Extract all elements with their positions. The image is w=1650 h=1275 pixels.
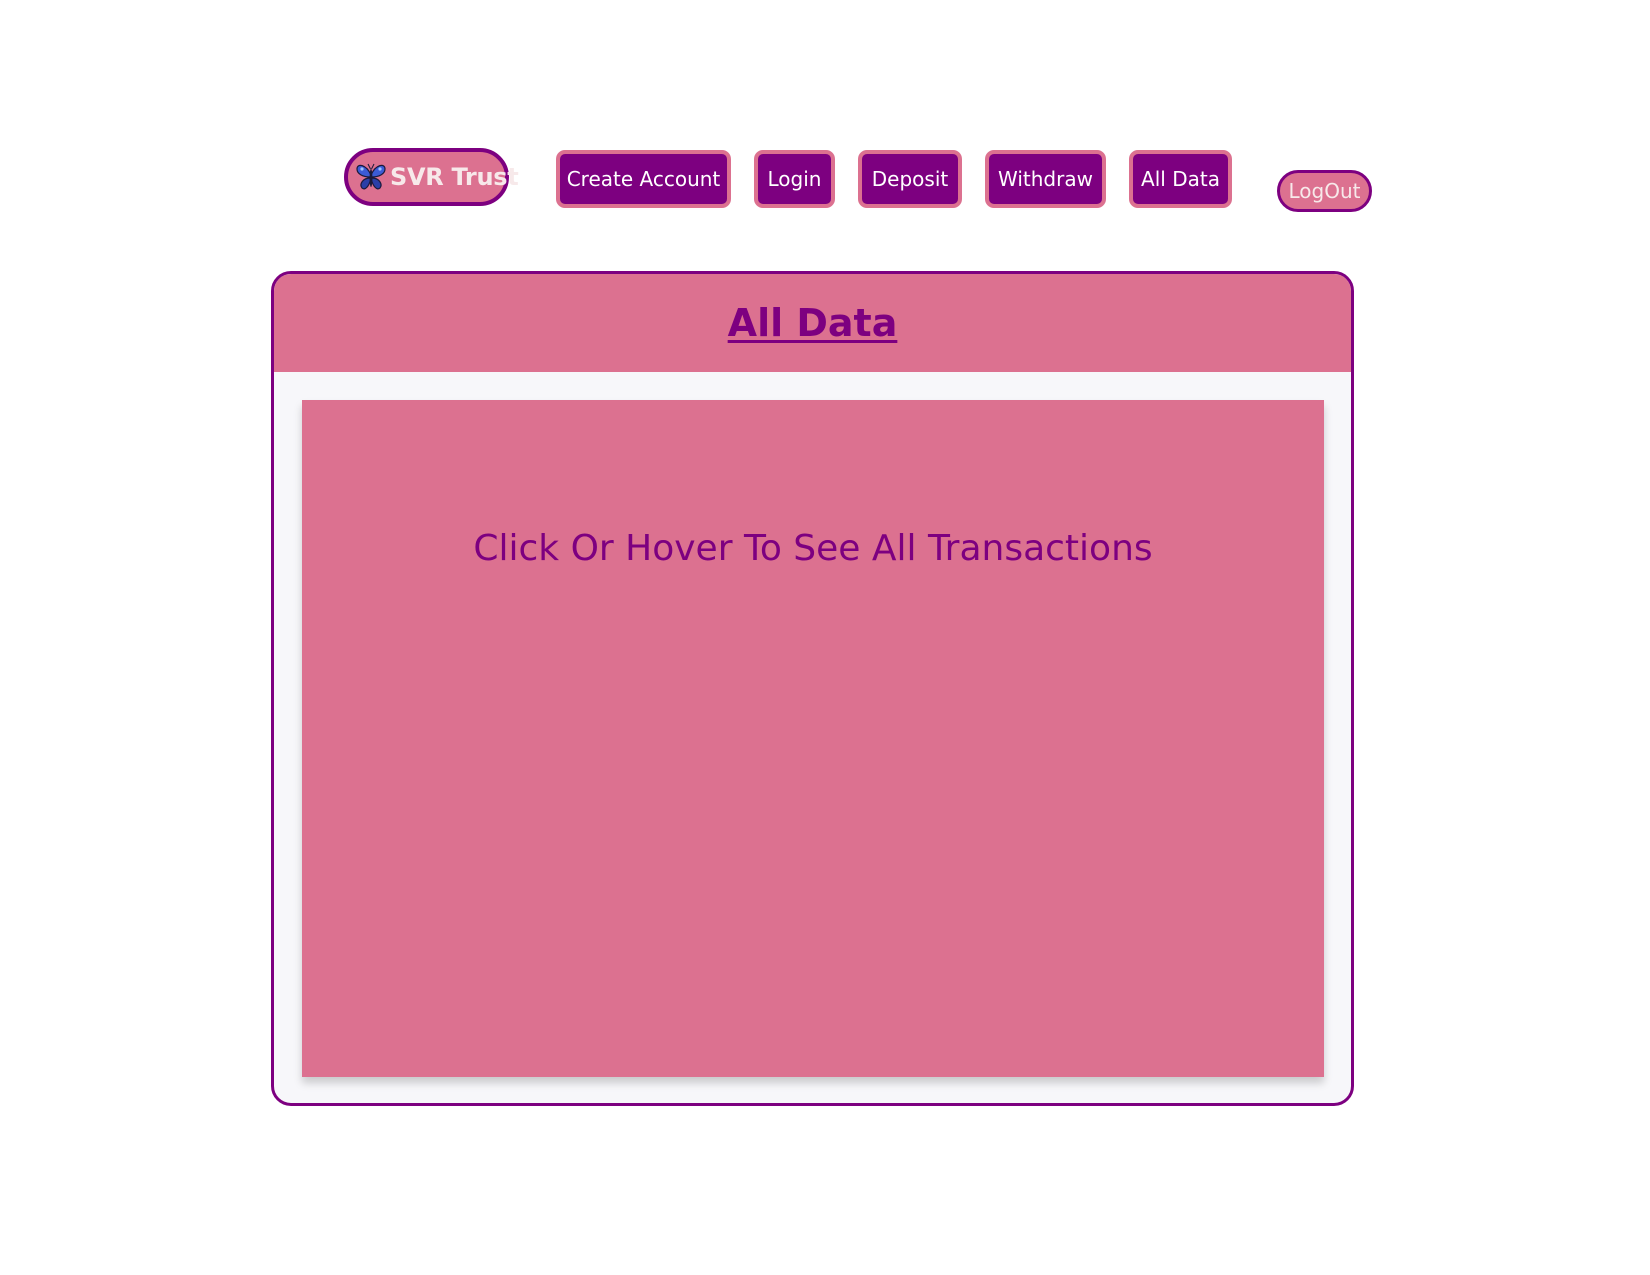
all-data-card: All Data Click Or Hover To See All Trans… bbox=[271, 271, 1354, 1106]
login-button[interactable]: Login bbox=[754, 150, 835, 208]
transactions-prompt: Click Or Hover To See All Transactions bbox=[473, 528, 1153, 569]
butterfly-icon bbox=[354, 160, 388, 194]
create-account-button[interactable]: Create Account bbox=[556, 150, 731, 208]
withdraw-button[interactable]: Withdraw bbox=[985, 150, 1106, 208]
transactions-panel[interactable]: Click Or Hover To See All Transactions bbox=[302, 400, 1324, 1077]
card-header: All Data bbox=[274, 274, 1351, 372]
deposit-button[interactable]: Deposit bbox=[858, 150, 962, 208]
card-title: All Data bbox=[727, 301, 898, 345]
logout-button[interactable]: LogOut bbox=[1277, 170, 1372, 212]
brand-logo-button[interactable]: SVR Trust bbox=[344, 148, 519, 206]
brand-label: SVR Trust bbox=[390, 163, 519, 191]
all-data-button[interactable]: All Data bbox=[1129, 150, 1232, 208]
